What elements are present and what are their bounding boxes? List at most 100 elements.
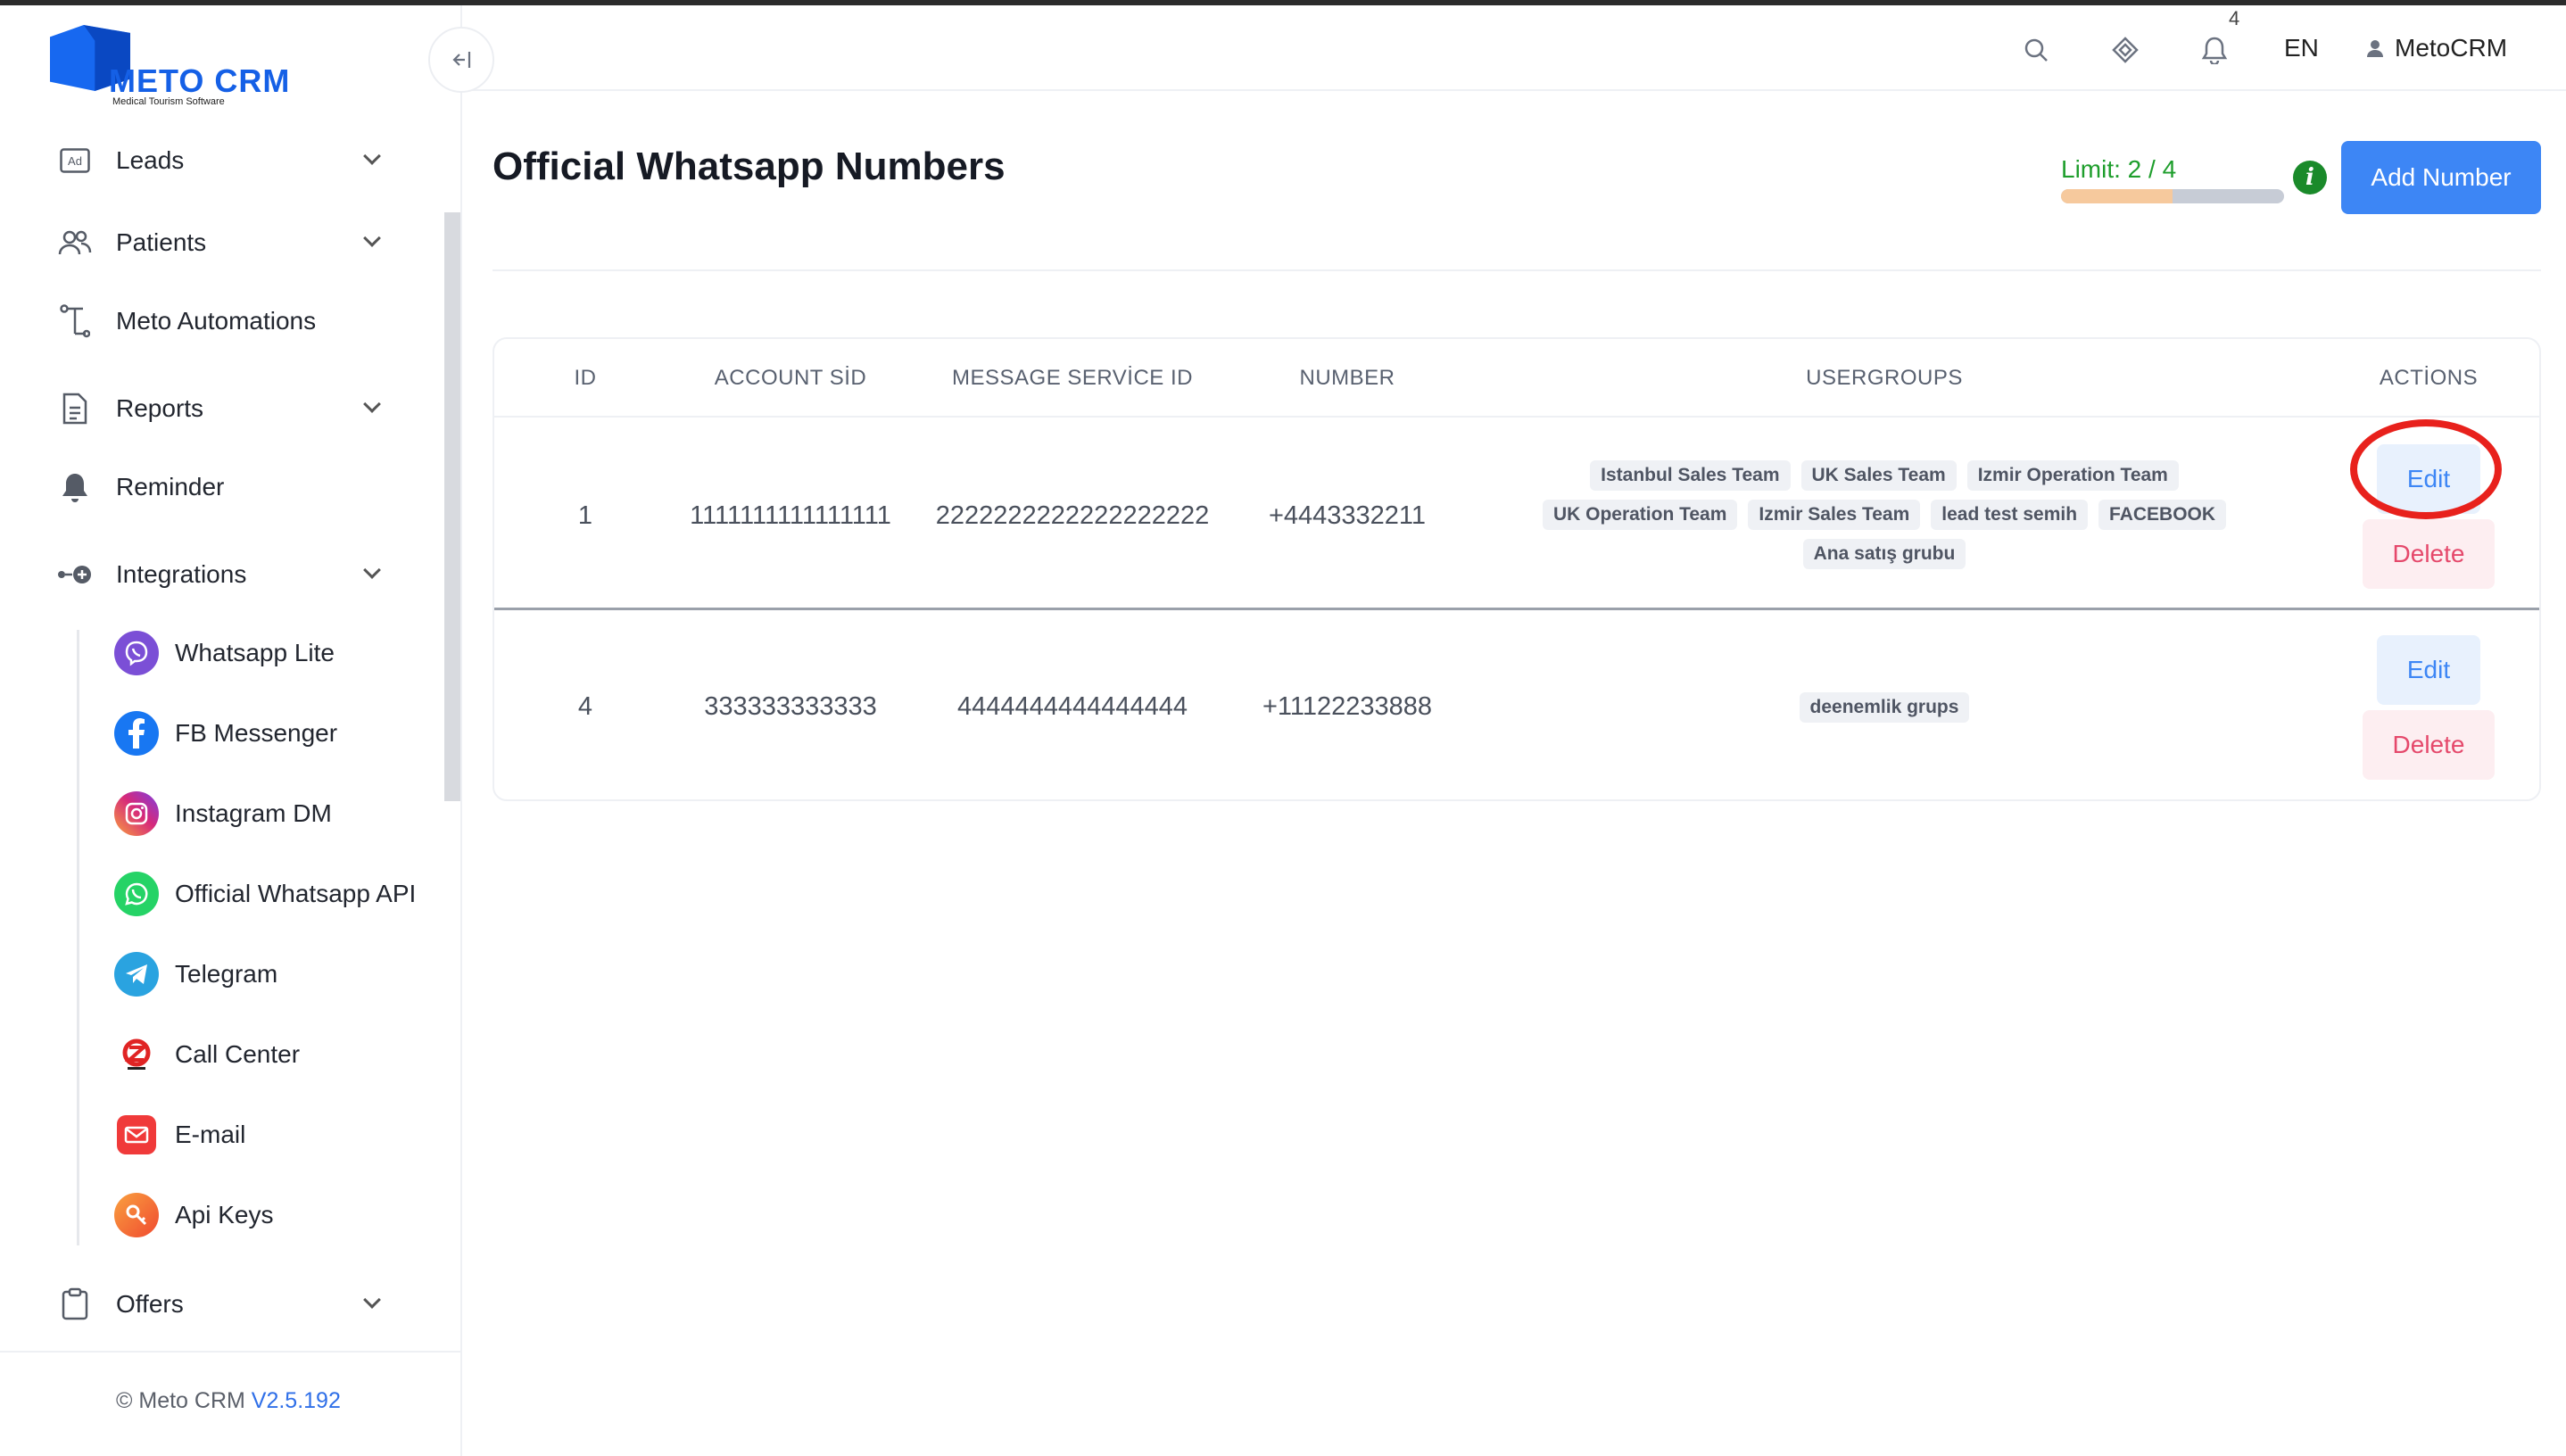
copyright: © Meto CRM V2.5.192 (116, 1388, 341, 1414)
submenu-guide-line (77, 630, 79, 1245)
column-header-actions: ACTİONS (2379, 366, 2479, 390)
call-center-icon (114, 1032, 159, 1077)
info-icon[interactable]: i (2293, 161, 2327, 194)
user-name: MetoCRM (2395, 34, 2508, 62)
sidebar-item-call-center[interactable]: Call Center (114, 1028, 453, 1081)
notification-count: 4 (2229, 7, 2240, 29)
sidebar-item-patients[interactable]: Patients (57, 216, 396, 269)
column-header-account-sid: ACCOUNT SİD (714, 366, 867, 390)
sidebar-item-label: Leads (116, 146, 185, 174)
sidebar: METO CRM Medical Tourism Software Ad Lea… (0, 5, 462, 1456)
instagram-icon (114, 791, 159, 836)
column-header-number: NUMBER (1299, 366, 1395, 390)
usergroup-tag: Ana satış grubu (1802, 539, 1966, 569)
cell-id: 1 (577, 501, 593, 530)
sidebar-item-label: Call Center (175, 1040, 301, 1068)
sidebar-item-label: Reports (116, 394, 204, 422)
delete-button[interactable]: Delete (2363, 519, 2495, 589)
usergroup-tag: Izmir Operation Team (1966, 460, 2179, 491)
sidebar-item-api-keys[interactable]: Api Keys (114, 1188, 453, 1242)
user-icon (2367, 40, 2383, 57)
chevron-down-icon (363, 561, 381, 579)
ad-icon: Ad (57, 143, 93, 178)
usergroup-tag: UK Operation Team (1542, 500, 1738, 530)
whatsapp-icon (114, 872, 159, 916)
logo-subtitle: Medical Tourism Software (112, 96, 225, 107)
table-row: 4 333333333333 4444444444444444 +1112223… (494, 610, 2539, 799)
usergroup-tags: Istanbul Sales Team UK Sales Team Izmir … (1519, 460, 2250, 569)
sidebar-item-whatsapp-lite[interactable]: Whatsapp Lite (114, 626, 453, 680)
cell-number: +11122233888 (1262, 692, 1433, 721)
sidebar-footer: © Meto CRM V2.5.192 (0, 1351, 460, 1456)
usergroup-tag: FACEBOOK (2098, 500, 2227, 530)
integration-icon (57, 557, 93, 592)
header-divider (493, 269, 2541, 271)
sidebar-item-label: FB Messenger (175, 719, 338, 747)
sidebar-item-e-mail[interactable]: E-mail (114, 1108, 453, 1162)
viber-icon (114, 631, 159, 675)
collapse-left-icon (452, 52, 471, 68)
sidebar-collapse-button[interactable] (428, 27, 494, 93)
cell-account-sid: 1111111111111111 (690, 501, 891, 530)
edit-button[interactable]: Edit (2377, 635, 2480, 705)
search-icon (2024, 38, 2048, 62)
chevron-down-icon (363, 229, 381, 247)
chevron-down-icon (363, 147, 381, 165)
sidebar-item-label: Integrations (116, 560, 247, 588)
bell-icon (57, 469, 93, 505)
sidebar-item-label: Reminder (116, 473, 225, 500)
sidebar-item-meto-automations[interactable]: Meto Automations (57, 294, 396, 348)
column-header-message-service-id: MESSAGE SERVİCE ID (952, 366, 1193, 390)
sidebar-item-integrations[interactable]: Integrations (57, 548, 396, 601)
limit-progress-fill (2061, 189, 2173, 203)
users-icon (57, 225, 93, 261)
page-title: Official Whatsapp Numbers (493, 145, 1006, 188)
sidebar-scrollbar[interactable] (444, 212, 460, 801)
column-header-usergroups: USERGROUPS (1806, 366, 1963, 390)
topbar: 4 EN MetoCRM (462, 5, 2566, 91)
user-menu[interactable]: MetoCRM (2364, 34, 2507, 62)
language-selector[interactable]: EN (2284, 34, 2319, 62)
search-button[interactable] (2018, 32, 2054, 68)
add-number-button[interactable]: Add Number (2341, 141, 2541, 214)
chevron-down-icon (363, 1291, 381, 1309)
sidebar-item-official-whatsapp-api[interactable]: Official Whatsapp API (114, 867, 453, 921)
sidebar-item-reminder[interactable]: Reminder (57, 460, 396, 514)
sidebar-item-fb-messenger[interactable]: FB Messenger (114, 707, 453, 760)
diamond-grid-icon (2112, 37, 2139, 63)
apps-button[interactable] (2107, 32, 2143, 68)
version-link[interactable]: V2.5.192 (252, 1388, 341, 1413)
sidebar-item-offers[interactable]: Offers (57, 1278, 396, 1331)
app-logo[interactable]: METO CRM Medical Tourism Software (48, 21, 352, 111)
report-icon (57, 391, 93, 426)
numbers-table: ID ACCOUNT SİD MESSAGE SERVİCE ID NUMBER… (493, 337, 2541, 801)
copyright-text: © Meto CRM (116, 1388, 245, 1413)
sidebar-item-label: Telegram (175, 960, 278, 988)
logo-name: METO CRM (109, 62, 291, 99)
api-key-icon (114, 1193, 159, 1237)
sidebar-item-label: Instagram DM (175, 799, 332, 827)
sidebar-item-leads[interactable]: Ad Leads (57, 134, 396, 187)
sidebar-item-label: E-mail (175, 1121, 246, 1148)
table-header: ID ACCOUNT SİD MESSAGE SERVİCE ID NUMBER… (494, 339, 2539, 418)
cell-message-service-id: 2222222222222222222 (935, 501, 1210, 530)
notifications-button[interactable] (2197, 32, 2232, 68)
sidebar-item-label: Meto Automations (116, 307, 317, 335)
usergroup-tag: deenemlik grups (1799, 692, 1970, 723)
sidebar-item-telegram[interactable]: Telegram (114, 947, 453, 1001)
sidebar-item-instagram-dm[interactable]: Instagram DM (114, 787, 453, 840)
chevron-down-icon (363, 395, 381, 413)
cell-message-service-id: 4444444444444444 (956, 692, 1188, 721)
usergroup-tag: UK Sales Team (1800, 460, 1957, 491)
sidebar-item-label: Whatsapp Lite (175, 639, 335, 666)
usergroup-tag: Izmir Sales Team (1748, 500, 1921, 530)
sidebar-item-reports[interactable]: Reports (57, 382, 396, 435)
column-header-id: ID (574, 366, 597, 390)
usergroup-tag: Istanbul Sales Team (1590, 460, 1791, 491)
usergroup-tag: lead test semih (1931, 500, 2089, 530)
automation-icon (57, 303, 93, 339)
telegram-icon (114, 952, 159, 997)
delete-button[interactable]: Delete (2363, 710, 2495, 780)
bell-icon (2201, 37, 2228, 64)
edit-button[interactable]: Edit (2377, 444, 2480, 514)
